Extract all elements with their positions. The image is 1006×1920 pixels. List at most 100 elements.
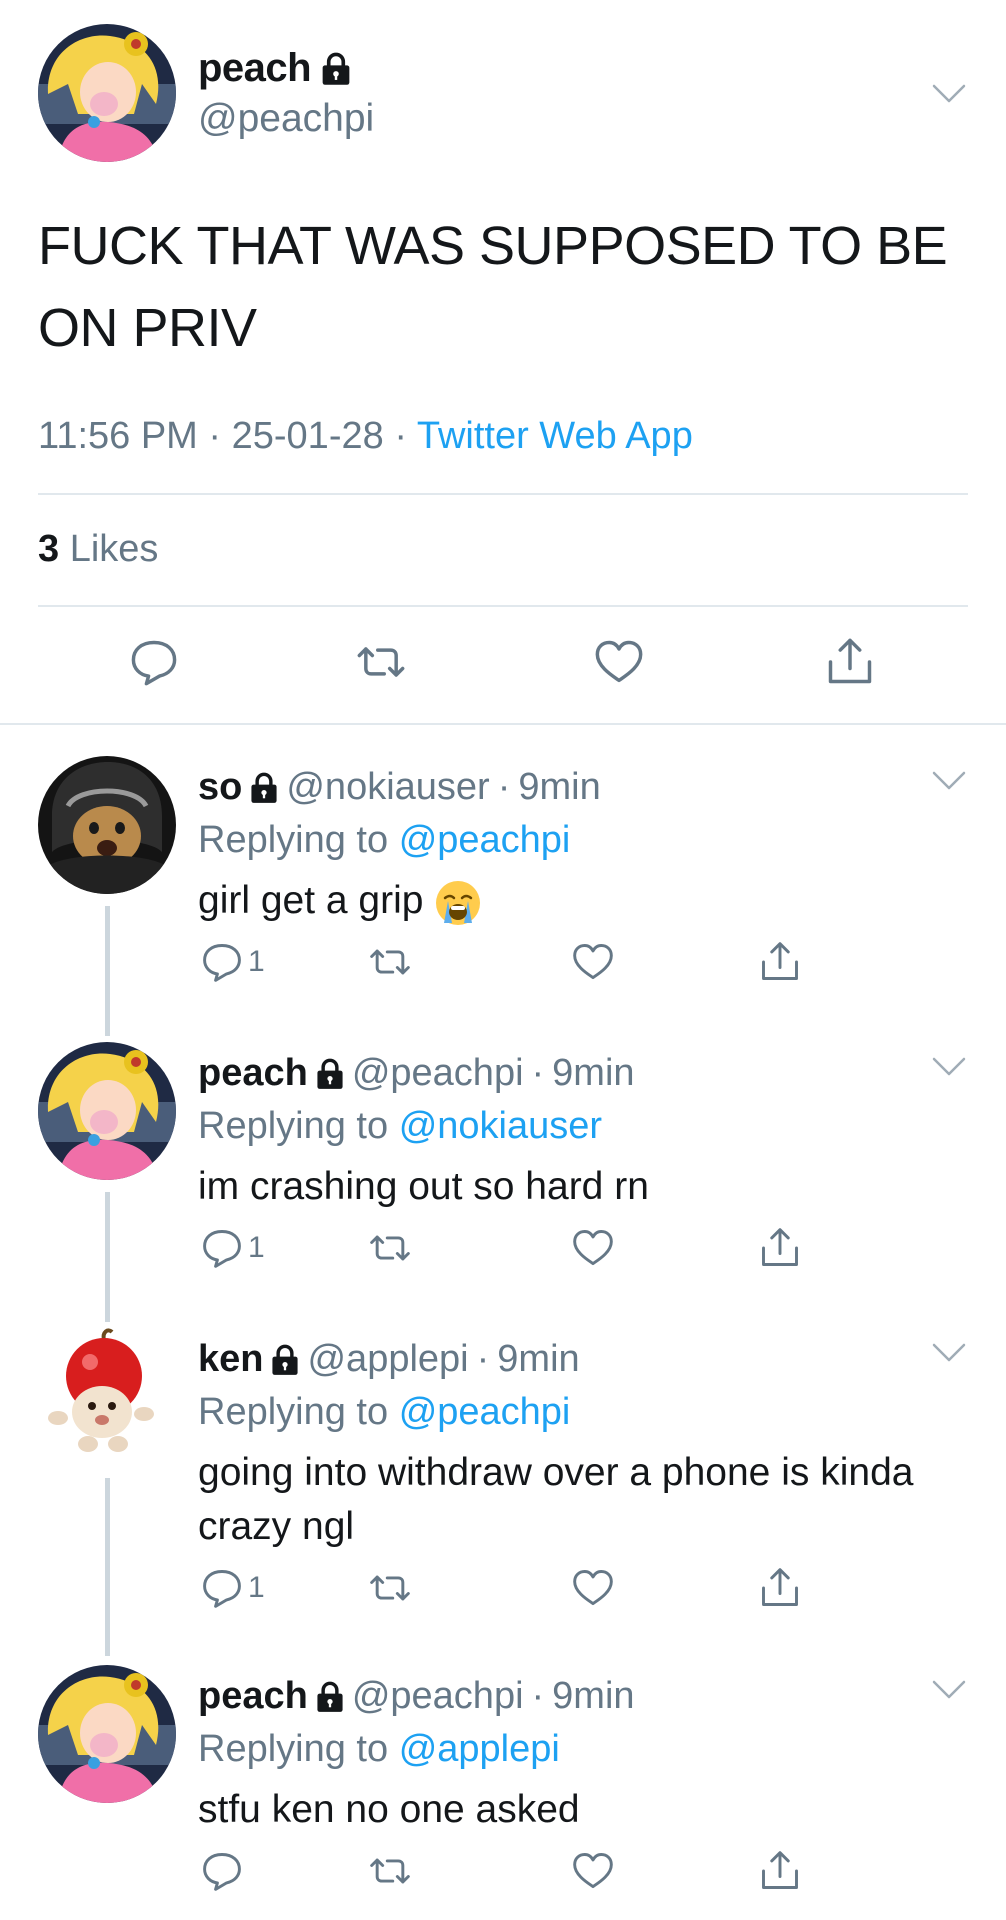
handle[interactable]: @peachpi — [352, 1675, 524, 1718]
handle[interactable]: @peachpi — [198, 97, 374, 141]
share-icon — [758, 940, 802, 984]
separator: · — [531, 1052, 545, 1094]
replying-to: Replying to @peachpi — [198, 1391, 570, 1434]
display-name[interactable]: peach — [198, 46, 351, 91]
display-name[interactable]: so — [198, 766, 242, 809]
chevron-down-icon[interactable] — [932, 770, 966, 792]
replying-to-link[interactable]: @peachpi — [399, 1391, 571, 1433]
reply-tweet[interactable]: peach @peachpi · 9min Replying to @apple… — [0, 1665, 1006, 1920]
display-name[interactable]: ken — [198, 1338, 263, 1381]
handle[interactable]: @applepi — [307, 1338, 468, 1381]
retweet-icon — [368, 1849, 412, 1893]
reply-icon — [200, 940, 244, 984]
lock-icon — [316, 1058, 344, 1090]
replying-to: Replying to @nokiauser — [198, 1105, 602, 1148]
lock-icon — [321, 52, 351, 86]
reply-header: peach @peachpi · 9min — [198, 1052, 635, 1095]
reply-tweet[interactable]: peach @peachpi · 9min Replying to @nokia… — [0, 1042, 1006, 1327]
reply-header: ken @applepi · 9min — [198, 1338, 580, 1381]
display-name[interactable]: peach — [198, 1052, 308, 1095]
thread-line — [105, 1478, 110, 1656]
reply-header: peach @peachpi · 9min — [198, 1675, 635, 1718]
retweet-button[interactable] — [368, 1566, 412, 1610]
share-icon — [824, 636, 876, 688]
replying-to-link[interactable]: @applepi — [399, 1728, 560, 1770]
separator: · — [531, 1675, 545, 1717]
reply-actions: 1 — [198, 1226, 818, 1274]
reply-count: 1 — [248, 1231, 265, 1264]
reply-button[interactable]: 1 — [200, 940, 265, 984]
like-button[interactable] — [571, 1226, 615, 1270]
retweet-button[interactable] — [355, 636, 407, 688]
share-button[interactable] — [824, 636, 876, 688]
like-button[interactable] — [571, 940, 615, 984]
thread-line — [105, 1192, 110, 1322]
reply-button[interactable]: 1 — [200, 1566, 265, 1610]
chevron-down-icon[interactable] — [932, 1056, 966, 1078]
separator: · — [497, 766, 511, 808]
retweet-icon — [368, 1566, 412, 1610]
display-name[interactable]: peach — [198, 1675, 308, 1718]
reply-button[interactable]: 1 — [200, 1226, 265, 1270]
replying-to: Replying to @applepi — [198, 1728, 560, 1771]
reply-text: stfu ken no one asked — [198, 1788, 580, 1831]
display-name-text[interactable]: peach — [198, 46, 312, 91]
tweet-source-link[interactable]: Twitter Web App — [417, 415, 693, 457]
retweet-button[interactable] — [368, 1226, 412, 1270]
loudly-crying-face-emoji — [434, 879, 482, 927]
like-icon — [571, 1226, 615, 1270]
share-icon — [758, 1566, 802, 1610]
reply-icon — [200, 1566, 244, 1610]
lock-icon — [250, 772, 278, 804]
avatar[interactable] — [38, 1042, 176, 1180]
likes-count: 3 — [38, 528, 60, 570]
reply-text-content: girl get a grip — [198, 879, 424, 922]
share-button[interactable] — [758, 1849, 802, 1893]
chevron-down-icon[interactable] — [932, 83, 966, 105]
reply-icon — [200, 1226, 244, 1270]
reply-time: 9min — [518, 766, 601, 808]
reply-header: so @nokiauser · 9min — [198, 766, 601, 809]
chevron-down-icon[interactable] — [932, 1679, 966, 1701]
reply-actions: 1 — [198, 940, 818, 988]
replying-to-link[interactable]: @nokiauser — [399, 1105, 602, 1147]
chevron-down-icon[interactable] — [932, 1342, 966, 1364]
share-button[interactable] — [758, 1566, 802, 1610]
reply-time: 9min — [552, 1052, 635, 1094]
share-button[interactable] — [758, 1226, 802, 1270]
divider — [38, 493, 968, 495]
retweet-icon — [355, 636, 407, 688]
retweet-button[interactable] — [368, 940, 412, 984]
like-button[interactable] — [571, 1566, 615, 1610]
meta-separator: · — [208, 415, 222, 457]
share-icon — [758, 1849, 802, 1893]
meta-separator: · — [394, 415, 407, 457]
reply-text: going into withdraw over a phone is kind… — [198, 1451, 914, 1548]
reply-tweet[interactable]: so @nokiauser · 9min Replying to @peachp… — [0, 756, 1006, 1041]
replying-to: Replying to @peachpi — [198, 819, 570, 862]
like-button[interactable] — [571, 1849, 615, 1893]
reply-button[interactable] — [200, 1849, 248, 1893]
likes-stat[interactable]: 3 Likes — [38, 528, 158, 571]
handle[interactable]: @peachpi — [352, 1052, 524, 1095]
reply-count: 1 — [248, 1571, 265, 1604]
reply-actions — [198, 1849, 818, 1897]
retweet-button[interactable] — [368, 1849, 412, 1893]
avatar[interactable] — [38, 24, 176, 162]
replying-label: Replying to — [198, 1728, 389, 1770]
reply-time: 9min — [552, 1675, 635, 1717]
like-button[interactable] — [593, 636, 645, 688]
replying-to-link[interactable]: @peachpi — [399, 819, 571, 861]
avatar[interactable] — [38, 1328, 176, 1466]
like-icon — [571, 1566, 615, 1610]
avatar[interactable] — [38, 1665, 176, 1803]
share-button[interactable] — [758, 940, 802, 984]
reply-actions: 1 — [198, 1566, 818, 1614]
handle[interactable]: @nokiauser — [286, 766, 489, 809]
lock-icon — [271, 1344, 299, 1376]
reply-button[interactable] — [128, 636, 180, 688]
main-tweet: peach @peachpi FUCK THAT WAS SUPPOSED TO… — [0, 0, 1006, 725]
avatar[interactable] — [38, 756, 176, 894]
reply-tweet[interactable]: ken @applepi · 9min Replying to @peachpi… — [0, 1328, 1006, 1663]
like-icon — [571, 1849, 615, 1893]
